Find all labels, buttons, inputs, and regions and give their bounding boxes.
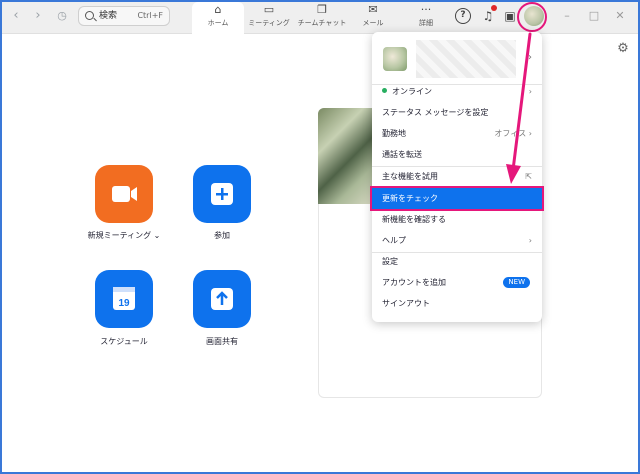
annotation-arrow [506,32,532,184]
